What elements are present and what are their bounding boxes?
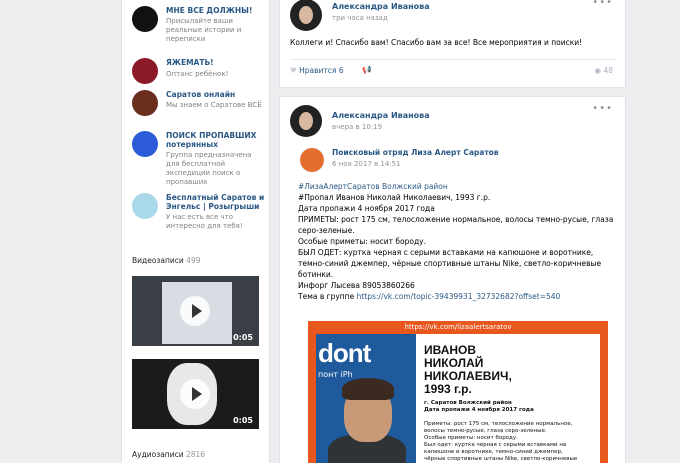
group-description: Оптанс ребёнок! xyxy=(166,70,229,78)
poster-detail: Дата пропажи 4 ноября 2017 года xyxy=(424,407,534,413)
group-item[interactable]: ПОИСК ПРОПАВШИХ потерянных Группа предна… xyxy=(132,131,266,186)
post-time[interactable]: вчера в 10:19 xyxy=(332,123,382,131)
video-duration: 0:05 xyxy=(233,416,253,425)
audio-title[interactable]: Аудиозаписи xyxy=(132,450,184,459)
group-name[interactable]: ЯЖЕМАТЬ! xyxy=(166,58,266,67)
poster-detail: капюшоне и воротнике, темно-синий джемпе… xyxy=(424,449,563,455)
group-name[interactable]: Бесплатный Саратов и Энгельс | Розыгрыши xyxy=(166,193,266,211)
group-name[interactable]: Саратов онлайн xyxy=(166,90,266,99)
play-icon[interactable] xyxy=(180,379,210,409)
audio-section-title[interactable]: Аудиозаписи 2816 xyxy=(132,450,205,459)
videos-count: 499 xyxy=(186,256,201,265)
missing-person-poster[interactable]: https://vk.com/lizaalertsaratov dont пон… xyxy=(308,321,608,463)
group-avatar[interactable] xyxy=(132,58,158,84)
poster-name: ИВАНОВ НИКОЛАЙ НИКОЛАЕВИЧ, 1993 г.р. xyxy=(424,344,512,396)
video-duration: 0:05 xyxy=(233,333,253,342)
post-text-line: ботинки. xyxy=(298,270,334,279)
group-description: Присылайте ваши реальные истории и переп… xyxy=(166,17,242,43)
poster-detail: волосы темно-русые, глаза серо-зеленые. xyxy=(424,428,547,434)
post-text-line: ПРИМЕТЫ: рост 175 см, телосложение норма… xyxy=(298,215,614,224)
poster-name-line: 1993 г.р. xyxy=(424,382,472,396)
group-avatar[interactable] xyxy=(132,131,158,157)
post-text-line[interactable]: #ЛизаАлертСаратов Волжский район xyxy=(298,181,448,192)
post-text: Коллеги и! Спасибо вам! Спасибо вам за в… xyxy=(290,38,583,47)
poster-body: dont понт iPh ИВАНОВ НИКОЛАЙ НИКОЛАЕВИЧ,… xyxy=(316,334,600,463)
poster-detail: г. Саратов Волжский район xyxy=(424,400,512,406)
poster-url: https://vk.com/lizaalertsaratov xyxy=(404,323,512,331)
group-item[interactable]: МНЕ ВСЕ ДОЛЖНЫ! Присылайте ваши реальные… xyxy=(132,6,266,43)
video-thumbnail[interactable]: 0:05 xyxy=(132,359,259,429)
group-description: Мы знаем о Саратове ВСЁ xyxy=(166,101,262,109)
poster-detail: Был одет: куртка черная с серыми вставка… xyxy=(424,442,567,448)
repost-author[interactable]: Поисковый отряд Лиза Алерт Саратов xyxy=(332,148,499,157)
group-item[interactable]: Бесплатный Саратов и Энгельс | Розыгрыши… xyxy=(132,193,266,239)
topic-label: Тема в группе xyxy=(298,292,355,301)
video-thumbnail[interactable]: 0:05 xyxy=(132,276,259,346)
photo-brand-text: dont xyxy=(318,338,371,368)
post-divider xyxy=(290,59,615,60)
eye-icon: ◉ xyxy=(594,66,602,75)
groups-sidebar: МНЕ ВСЕ ДОЛЖНЫ! Присылайте ваши реальные… xyxy=(121,0,270,463)
share-icon[interactable]: 📢 xyxy=(362,65,371,74)
wall-post: Александра Иванова вчера в 10:19 ••• Пои… xyxy=(279,96,626,463)
group-avatar[interactable] xyxy=(132,90,158,116)
photo-sub-text: понт iPh xyxy=(318,370,353,379)
person-hair xyxy=(342,378,394,400)
like-label: Нравится xyxy=(299,66,337,75)
person-photo: dont понт iPh xyxy=(316,334,416,463)
repost-avatar[interactable] xyxy=(300,148,324,172)
post-text-line: БЫЛ ОДЕТ: куртка черная с серыми вставка… xyxy=(298,248,594,257)
views-counter: ◉ 48 xyxy=(595,66,613,75)
post-text-line: Особые приметы: носит бороду. xyxy=(298,237,426,246)
author-avatar[interactable] xyxy=(290,0,322,31)
group-description: У нас есть все что интересно для тебя! xyxy=(166,213,243,230)
more-options-icon[interactable]: ••• xyxy=(592,0,613,8)
views-count: 48 xyxy=(603,66,613,75)
post-author[interactable]: Александра Иванова xyxy=(332,111,430,120)
repost-time[interactable]: 6 ноя 2017 в 14:51 xyxy=(332,160,401,168)
audio-count: 2816 xyxy=(185,450,206,459)
more-options-icon[interactable]: ••• xyxy=(592,103,613,114)
topic-line: Тема в группе https://vk.com/topic-39439… xyxy=(298,291,560,302)
poster-detail: Особые приметы: носит бороду. xyxy=(424,435,518,441)
post-time[interactable]: три часа назад xyxy=(332,14,388,22)
play-icon[interactable] xyxy=(180,296,210,326)
post-text-line: Дата пропажи 4 ноября 2017 года xyxy=(298,204,435,213)
author-avatar[interactable] xyxy=(290,105,322,137)
group-avatar[interactable] xyxy=(132,193,158,219)
topic-link[interactable]: https://vk.com/topic-39439931_32732682?o… xyxy=(357,292,561,301)
post-text-line: Инфорг Лысева 89053860266 xyxy=(298,281,415,290)
group-name[interactable]: ПОИСК ПРОПАВШИХ потерянных xyxy=(166,131,266,149)
heart-icon: ♥ xyxy=(290,66,297,75)
group-avatar[interactable] xyxy=(132,6,158,32)
post-text-line: темно-синий джемпер, чёрные спортивные ш… xyxy=(298,259,602,268)
poster-detail: чёрные спортивные штаны Nike, светло-кор… xyxy=(424,456,578,462)
group-item[interactable]: ЯЖЕМАТЬ! Оптанс ребёнок! xyxy=(132,58,266,84)
like-button[interactable]: ♥ Нравится 6 xyxy=(290,66,344,75)
post-author[interactable]: Александра Иванова xyxy=(332,2,430,11)
videos-title[interactable]: Видеозаписи xyxy=(132,256,184,265)
group-name[interactable]: МНЕ ВСЕ ДОЛЖНЫ! xyxy=(166,6,266,15)
group-description: Группа предназначена для бесплатной эксп… xyxy=(166,151,252,186)
post-text-line: #Пропал Иванов Николай Николаевич, 1993 … xyxy=(298,193,491,202)
poster-detail: Приметы: рост 175 см, телосложение норма… xyxy=(424,421,573,427)
post-text-line: серо-зеленые. xyxy=(298,226,355,235)
group-item[interactable]: Саратов онлайн Мы знаем о Саратове ВСЁ xyxy=(132,90,266,118)
videos-section-title[interactable]: Видеозаписи 499 xyxy=(132,256,201,265)
wall-post: Александра Иванова три часа назад ••• Ко… xyxy=(279,0,626,88)
like-count: 6 xyxy=(338,66,344,75)
